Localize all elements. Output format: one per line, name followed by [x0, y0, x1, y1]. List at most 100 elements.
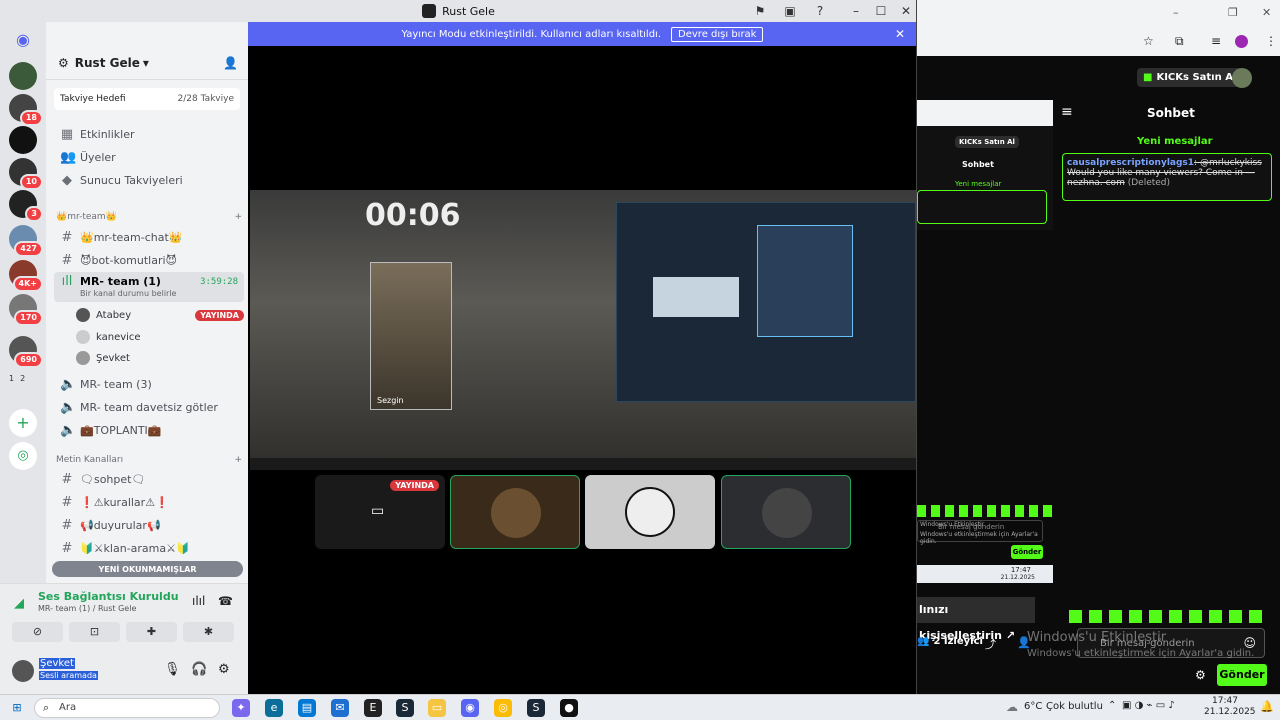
add-member-icon[interactable]: 👤 — [223, 56, 238, 70]
copilot-icon[interactable]: ✦ — [232, 699, 250, 717]
flag-icon[interactable]: ⚑ — [752, 3, 768, 19]
explore-icon[interactable]: ◎ — [9, 442, 37, 470]
profile-avatar[interactable] — [1235, 35, 1248, 48]
server-icon[interactable]: 170 — [9, 294, 43, 326]
notifications-icon[interactable]: 🔔 — [1260, 700, 1274, 713]
server-icon[interactable]: 3 — [9, 190, 43, 222]
chat-message[interactable]: causalprescriptionylags1: @mrluckykiss W… — [1062, 153, 1272, 201]
disconnect-icon[interactable]: ☎ — [218, 594, 233, 608]
boost-goal[interactable]: Takviye Hedefi 2/28 Takviye — [54, 88, 240, 110]
share-icon[interactable]: ⤴ — [985, 636, 996, 652]
clock-date[interactable]: 21.12.2025 — [1204, 707, 1256, 717]
restore-button[interactable]: ❐ — [1228, 6, 1238, 19]
add-channel-icon[interactable]: + — [234, 212, 242, 222]
server-icon[interactable]: 10 — [9, 158, 43, 190]
voice-user[interactable]: Atabey YAYINDA — [76, 305, 244, 325]
participant-tile[interactable] — [585, 475, 715, 549]
menu-members[interactable]: 👥 Üyeler — [54, 146, 244, 168]
chat-menu-icon[interactable]: ≡ — [1061, 104, 1073, 120]
steam-icon-2[interactable]: S — [527, 699, 545, 717]
discord-home-icon[interactable]: ◉ — [9, 26, 37, 54]
buy-kicks-button[interactable]: ■ KICKs Satın Al — [1137, 68, 1243, 87]
server-icon[interactable] — [9, 126, 37, 154]
username[interactable]: Şevket — [39, 658, 75, 669]
tray-chevron-icon[interactable]: ⌃ — [1108, 700, 1116, 711]
server-icon[interactable] — [9, 62, 37, 90]
taskbar-search[interactable]: ⌕ Ara — [34, 698, 220, 718]
screen-share-button[interactable]: ⊡ — [69, 622, 120, 642]
server-icon[interactable]: 18 — [9, 94, 43, 126]
menu-boosts[interactable]: ◆ Sunucu Takviyeleri — [54, 169, 244, 191]
voice-connected-title[interactable]: Ses Bağlantısı Kuruldu — [38, 590, 179, 603]
participant-tile[interactable] — [450, 475, 580, 549]
minimize-button[interactable]: – — [848, 3, 864, 19]
voice-channel[interactable]: 🔈 MR- team (3) — [54, 373, 244, 395]
noise-suppression-icon[interactable]: ılıl — [192, 594, 205, 608]
chat-settings-icon[interactable]: ⚙ — [1195, 668, 1206, 682]
microphone-icon[interactable]: 🎙 — [164, 662, 181, 677]
text-channel[interactable]: # 📢duyurular📢 — [54, 514, 244, 536]
close-icon[interactable]: ✕ — [895, 27, 905, 41]
tray-icons[interactable]: ▣ ◑ ⌁ ▭ ♪ — [1122, 700, 1175, 711]
shared-screen[interactable]: 00:06 Sezgin — [250, 190, 916, 470]
extensions-icon[interactable]: ⧉ — [1175, 34, 1184, 49]
chrome-icon[interactable]: ◎ — [494, 699, 512, 717]
stream-tile[interactable]: YAYINDA ▭ — [315, 475, 445, 549]
voice-channel-active[interactable]: ıll MR- team (1) 3:59:28 Bir kanal durum… — [54, 272, 244, 302]
server-icon[interactable]: 690 — [9, 336, 43, 368]
server-icon[interactable]: 427 — [9, 225, 43, 257]
weather-text[interactable]: Çok bulutlu — [1046, 701, 1103, 712]
obs-icon[interactable]: ● — [560, 699, 578, 717]
close-button[interactable]: ✕ — [1262, 6, 1271, 19]
help-icon[interactable]: ? — [812, 3, 828, 19]
voice-connected-subtitle[interactable]: MR- team (1) / Rust Gele — [38, 604, 136, 613]
text-channel[interactable]: # 👑mr-team-chat👑 — [54, 226, 244, 248]
voice-channel[interactable]: 🔈 MR- team davetsiz götler — [54, 396, 244, 418]
file-explorer-icon[interactable]: ▭ — [428, 699, 446, 717]
epic-games-icon[interactable]: E — [364, 699, 382, 717]
maximize-button[interactable]: ☐ — [873, 3, 889, 19]
send-button[interactable]: Gönder — [1217, 664, 1267, 686]
discord-icon[interactable]: ◉ — [461, 699, 479, 717]
voice-user[interactable]: kanevice — [76, 327, 244, 347]
text-channel[interactable]: # 🗨sohpet🗨 — [54, 468, 244, 490]
new-unread-pill[interactable]: YENİ OKUNMAMIŞLAR — [52, 561, 243, 577]
clock-time[interactable]: 17:47 — [1212, 696, 1238, 706]
text-channel[interactable]: # 😈bot-komutlari😈 — [54, 249, 244, 271]
mail-icon[interactable]: ✉ — [331, 699, 349, 717]
server-folder[interactable]: 1 2 — [9, 374, 25, 383]
steam-icon[interactable]: S — [396, 699, 414, 717]
camera-button[interactable]: ⊘ — [12, 622, 63, 642]
participant-tile[interactable] — [721, 475, 851, 549]
minimize-button[interactable]: – — [1173, 6, 1179, 19]
avatar[interactable] — [1232, 68, 1252, 88]
start-icon[interactable]: ⊞ — [8, 699, 26, 717]
inbox-icon[interactable]: ▣ — [782, 3, 798, 19]
weather-temp[interactable]: 6°C — [1024, 701, 1042, 712]
category-header[interactable]: 👑mr-team👑 + — [56, 212, 242, 222]
voice-channel[interactable]: 🔈 💼TOPLANTI💼 — [54, 419, 244, 441]
disable-streamer-mode-button[interactable]: Devre dışı bırak — [671, 26, 764, 42]
message-username[interactable]: causalprescriptionylags1 — [1067, 158, 1194, 168]
bookmark-star-icon[interactable]: ☆ — [1143, 34, 1154, 48]
add-server-icon[interactable]: + — [9, 409, 37, 437]
edge-icon[interactable]: e — [265, 699, 283, 717]
channel-status[interactable]: Bir kanal durumu belirle — [60, 289, 244, 298]
activities-button[interactable]: ✚ — [126, 622, 177, 642]
soundboard-button[interactable]: ✱ — [183, 622, 234, 642]
voice-user[interactable]: Şevket — [76, 348, 244, 368]
settings-icon[interactable]: ⚙ — [218, 662, 230, 677]
add-channel-icon[interactable]: + — [234, 455, 242, 465]
text-channel[interactable]: # ❗⚠kurallar⚠❗ — [54, 491, 244, 513]
menu-events[interactable]: ▦ Etkinlikler — [54, 123, 244, 145]
guild-header[interactable]: ⚙ Rust Gele ▾ 👤 — [46, 46, 248, 80]
headphones-icon[interactable]: 🎧 — [191, 662, 207, 677]
media-icon[interactable]: ≡ — [1211, 34, 1221, 48]
store-icon[interactable]: ▤ — [298, 699, 316, 717]
server-icon[interactable]: 4K+ — [9, 260, 43, 292]
avatar[interactable] — [12, 660, 34, 682]
personalize-banner[interactable]: lınızı kişiselleştirin ↗ — [917, 597, 1035, 642]
menu-icon[interactable]: ⋮ — [1265, 34, 1277, 48]
category-header[interactable]: Metin Kanalları + — [56, 455, 242, 465]
text-channel[interactable]: # 🔰⚔klan-arama⚔🔰 — [54, 537, 244, 559]
